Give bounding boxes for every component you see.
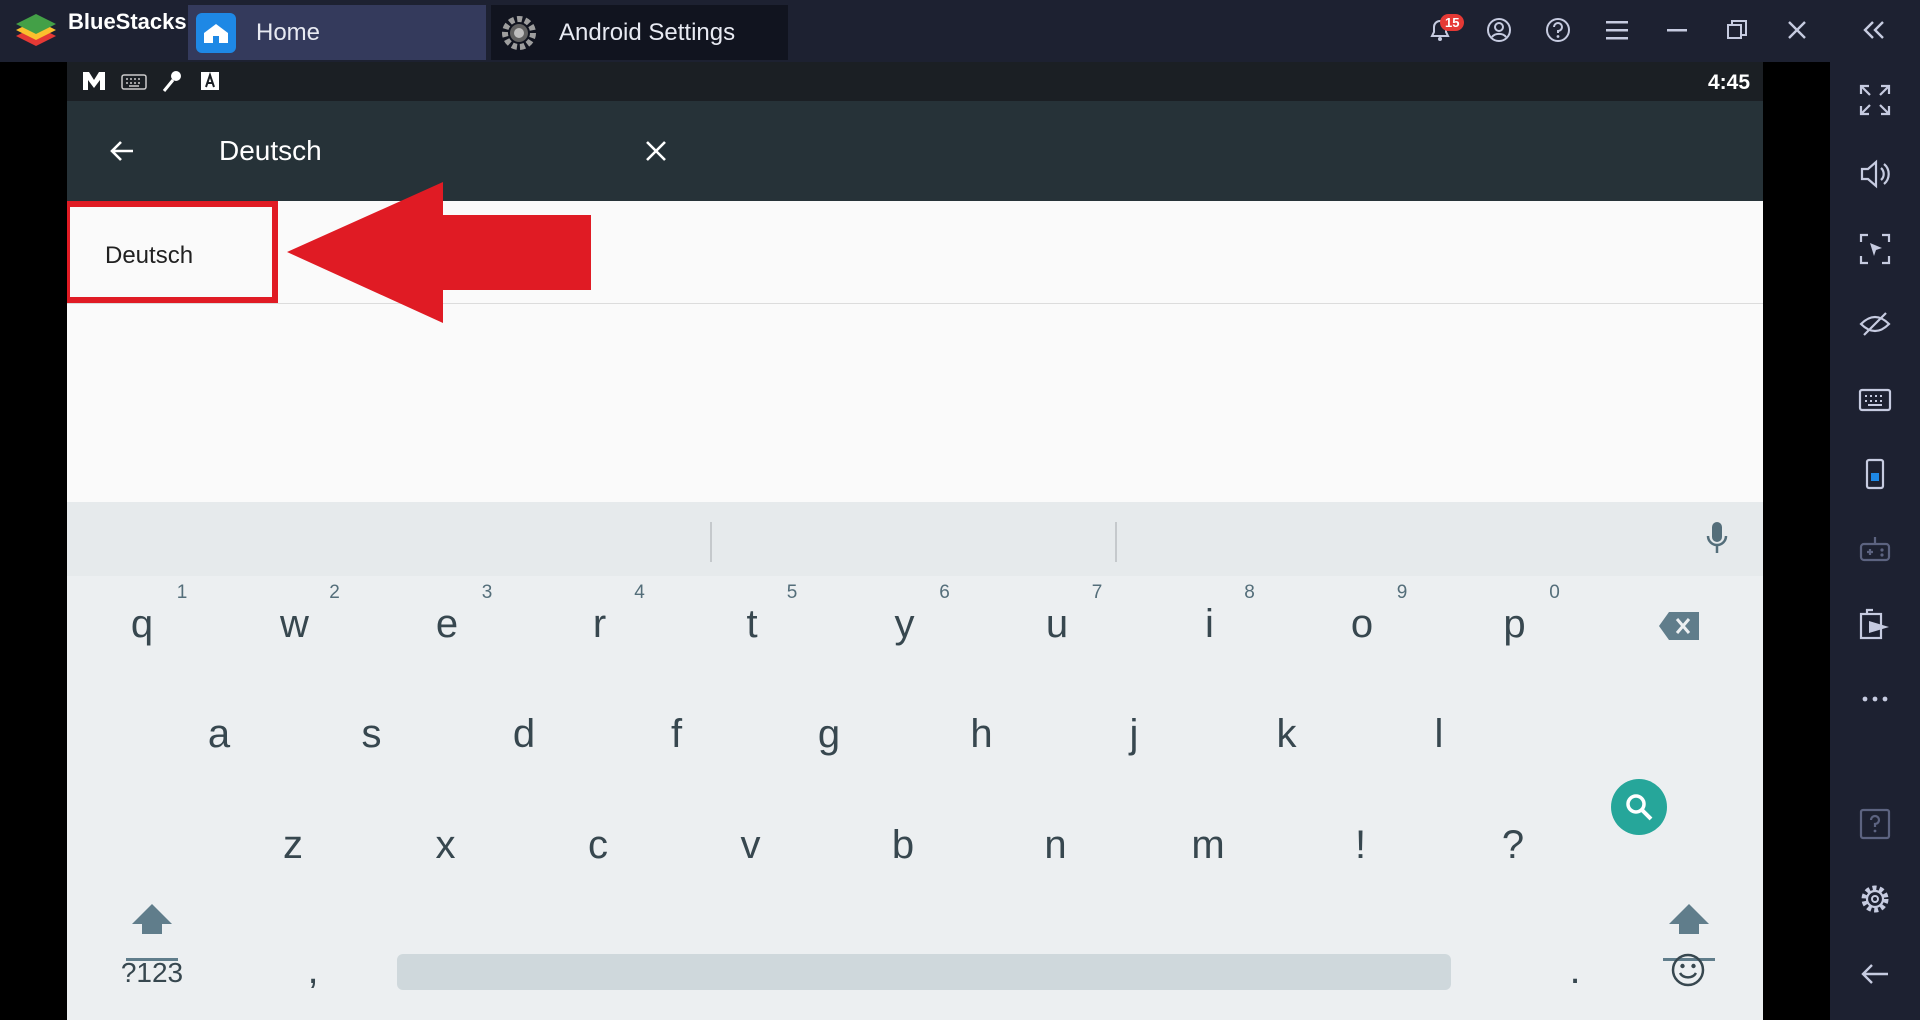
- key-h[interactable]: h: [942, 712, 1022, 757]
- key-n[interactable]: n: [1016, 823, 1096, 868]
- media-import-icon[interactable]: [1857, 606, 1893, 642]
- keyboard-status-icon: [121, 74, 147, 90]
- space-bar[interactable]: [397, 954, 1451, 990]
- key-y[interactable]: y: [865, 602, 945, 647]
- key-q[interactable]: q: [102, 602, 182, 647]
- key-s[interactable]: s: [332, 712, 412, 757]
- tab-home[interactable]: Home: [188, 5, 486, 60]
- restore-icon[interactable]: [1719, 12, 1755, 48]
- minimize-icon[interactable]: [1659, 12, 1695, 48]
- emoji-icon[interactable]: [1670, 952, 1706, 988]
- key-question[interactable]: ?: [1473, 823, 1553, 868]
- keyboard-icon[interactable]: [1857, 381, 1893, 417]
- annotation-arrow: [287, 182, 591, 323]
- key-hint: 1: [176, 582, 188, 603]
- suggestion-divider: [710, 522, 712, 562]
- key-m[interactable]: m: [1168, 823, 1248, 868]
- key-g[interactable]: g: [789, 712, 869, 757]
- suggestion-divider: [1115, 522, 1117, 562]
- key-x[interactable]: x: [406, 823, 486, 868]
- key-w[interactable]: w: [255, 602, 335, 647]
- symbols-key[interactable]: ?123: [112, 957, 192, 989]
- key-hint: 8: [1244, 582, 1255, 603]
- android-status-bar: 4:45: [67, 62, 1763, 101]
- search-icon: [1626, 794, 1653, 821]
- key-d[interactable]: d: [484, 712, 564, 757]
- title-bar: BlueStacks Home Android Settings 15: [0, 0, 1920, 62]
- back-arrow-icon[interactable]: [107, 136, 137, 166]
- key-hint: 0: [1549, 582, 1560, 603]
- gamepad-icon[interactable]: [1857, 531, 1893, 567]
- home-icon: [196, 12, 236, 53]
- search-input[interactable]: Deutsch: [219, 135, 322, 167]
- key-i[interactable]: i: [1170, 602, 1250, 647]
- more-icon[interactable]: [1857, 681, 1893, 717]
- key-t[interactable]: t: [712, 602, 792, 647]
- collapse-sidebar-icon[interactable]: [1856, 12, 1892, 48]
- key-hint: 3: [481, 582, 493, 603]
- shift-icon: [126, 904, 178, 961]
- highlight-box: [67, 201, 278, 303]
- key-a[interactable]: a: [179, 712, 259, 757]
- key-v[interactable]: v: [711, 823, 791, 868]
- key-j[interactable]: j: [1094, 712, 1174, 757]
- notification-badge: 15: [1440, 14, 1465, 31]
- key-p[interactable]: p: [1475, 602, 1555, 647]
- right-sidebar: [1830, 62, 1920, 1020]
- input-method-icon: [201, 71, 219, 90]
- menu-icon[interactable]: [1599, 12, 1635, 48]
- tab-android-settings[interactable]: Android Settings: [491, 5, 788, 60]
- key-l[interactable]: l: [1399, 712, 1479, 757]
- close-icon[interactable]: [1779, 12, 1815, 48]
- key-hint: 4: [634, 582, 645, 603]
- back-icon[interactable]: [1857, 956, 1893, 992]
- microphone-status-icon: [162, 71, 181, 92]
- key-hint: 9: [1396, 582, 1408, 603]
- comma-key[interactable]: ,: [273, 948, 353, 993]
- key-f[interactable]: f: [637, 712, 717, 757]
- settings-icon[interactable]: [1857, 881, 1893, 917]
- tab-home-label: Home: [256, 18, 321, 46]
- voice-input-icon[interactable]: [1705, 520, 1729, 556]
- app-notification-icon: [83, 72, 105, 90]
- key-c[interactable]: c: [558, 823, 638, 868]
- account-icon[interactable]: [1481, 12, 1517, 48]
- key-e[interactable]: e: [407, 602, 487, 647]
- clear-search-icon[interactable]: [642, 137, 670, 165]
- volume-icon[interactable]: [1857, 156, 1893, 192]
- search-key[interactable]: [1611, 779, 1667, 835]
- pointer-lock-icon[interactable]: [1857, 231, 1893, 267]
- soft-keyboard: ?123 , . q1 w2 e3 r4 t5 y6 u7 i8 o9 p0 a s d f g h j k l z x…: [67, 502, 1763, 1020]
- tab-settings-label: Android Settings: [559, 18, 736, 46]
- suggestion-strip: [67, 502, 1763, 576]
- key-hint: 5: [786, 582, 798, 603]
- gear-icon: [499, 13, 539, 53]
- screen-rotate-icon[interactable]: [1857, 456, 1893, 492]
- period-key[interactable]: .: [1535, 948, 1615, 993]
- status-clock: 4:45: [1707, 71, 1750, 94]
- key-b[interactable]: b: [863, 823, 943, 868]
- key-k[interactable]: k: [1247, 712, 1327, 757]
- help-icon[interactable]: [1857, 806, 1893, 842]
- key-r[interactable]: r: [560, 602, 640, 647]
- key-hint: 2: [329, 582, 340, 603]
- android-screen: 4:45 Deutsch Deutsch ?123 , . q 1 w 2 e …: [67, 62, 1763, 1020]
- key-o[interactable]: o: [1322, 602, 1402, 647]
- backspace-icon[interactable]: [1657, 610, 1701, 642]
- key-hint: 6: [939, 582, 950, 603]
- key-u[interactable]: u: [1017, 602, 1097, 647]
- key-hint: 7: [1091, 582, 1103, 603]
- brand-name: BlueStacks: [68, 9, 187, 34]
- eye-off-icon[interactable]: [1857, 306, 1893, 342]
- key-z[interactable]: z: [253, 823, 333, 868]
- help-icon[interactable]: [1540, 12, 1576, 48]
- bluestacks-logo-icon: [16, 14, 56, 46]
- key-exclamation[interactable]: !: [1321, 823, 1401, 868]
- fullscreen-icon[interactable]: [1857, 82, 1893, 118]
